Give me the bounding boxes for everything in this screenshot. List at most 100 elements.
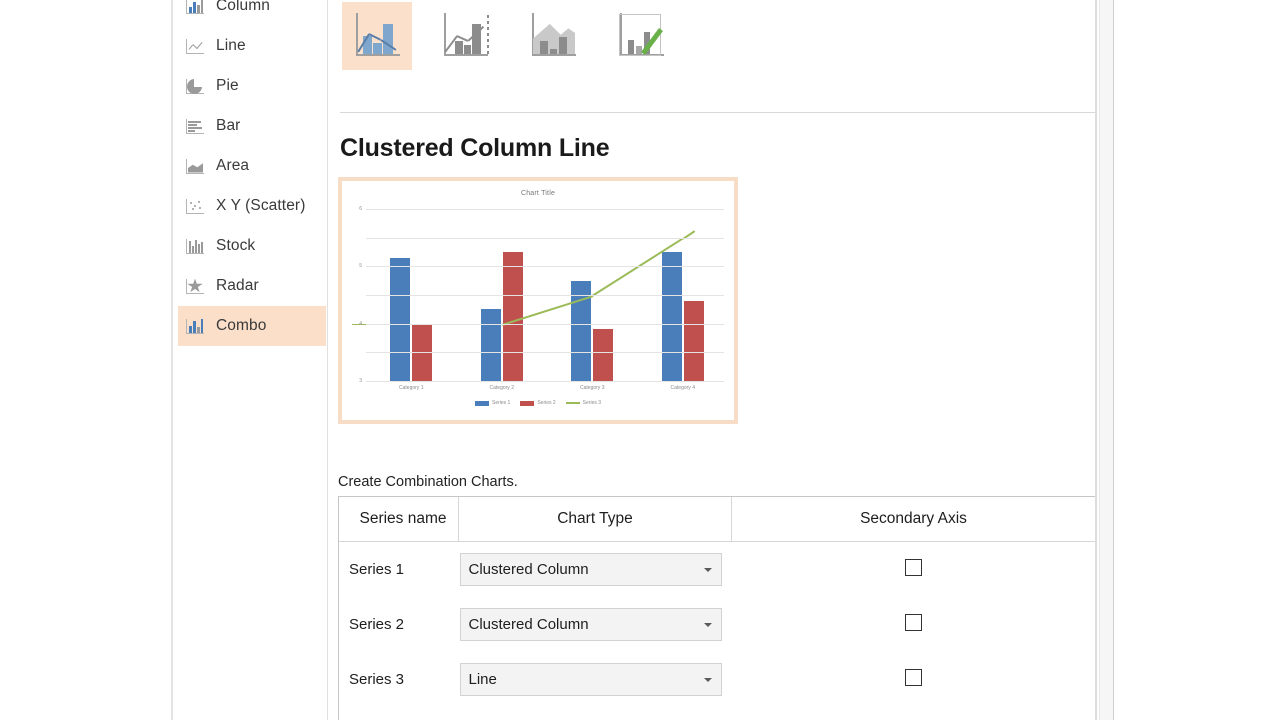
sidebar-item-bar[interactable]: Bar	[178, 106, 326, 146]
chart-gridline: 3	[359, 295, 724, 384]
chart-gridline: 4	[359, 266, 724, 327]
secondary-axis-cell	[732, 542, 1096, 598]
chart-line-series3	[501, 295, 593, 326]
chart-x-category-label: Category 1	[399, 385, 424, 391]
chart-gridline: 5	[359, 237, 724, 269]
series-name-cell: Series 1	[349, 561, 405, 578]
chart-type-dialog: Column Line Pie Bar Area X Y (Scatter) Stock Ra…	[0, 0, 1280, 720]
custom-combination-thumbnail[interactable]	[606, 2, 676, 70]
secondary-axis-checkbox[interactable]	[904, 614, 922, 631]
chart-preview[interactable]: Chart Title 0123456 Series 1Series 2Seri…	[338, 177, 738, 424]
chart-x-category-label: Category 3	[580, 385, 605, 391]
chart-variant-thumbnails	[342, 2, 676, 70]
sidebar-item-column[interactable]: Column	[178, 0, 326, 26]
column-header-series-name: Series name	[339, 497, 459, 542]
chart-legend-label: Series 1	[491, 400, 511, 406]
sidebar-item-label: Line	[216, 37, 246, 54]
sidebar-item-label: Stock	[216, 237, 256, 254]
chart-type-dropdown-value: Line	[468, 671, 497, 688]
create-combination-charts-label: Create Combination Charts.	[338, 474, 518, 490]
chart-preview-canvas: Chart Title 0123456 Series 1Series 2Seri…	[342, 181, 734, 420]
chart-y-tick-label: 5	[359, 263, 362, 270]
chart-legend-label: Series 2	[537, 400, 556, 406]
chart-type-dropdown-value: Clustered Column	[468, 616, 589, 633]
secondary-axis-cell	[732, 652, 1096, 707]
column-chart-icon	[186, 0, 204, 15]
chart-gridline: 2	[366, 323, 724, 325]
chart-type-cell: Clustered Column	[459, 597, 732, 652]
chart-y-tick-label: 6	[359, 206, 362, 212]
content-panel: Clustered Column Line Chart Title 0 1 2 3 4 5…	[327, 0, 1097, 720]
table-row: Series 1 Clustered Column	[339, 542, 1095, 598]
content-divider	[340, 112, 1096, 113]
series-config-table: Series name Chart Type Secondary Axis Se…	[338, 496, 1096, 720]
scatter-chart-icon	[186, 198, 204, 215]
sidebar-item-pie[interactable]: Pie	[178, 66, 326, 106]
sidebar-item-label: Radar	[216, 277, 259, 294]
sidebar-item-area[interactable]: Area	[178, 146, 326, 186]
sidebar-item-label: Combo	[216, 317, 267, 334]
secondary-axis-checkbox[interactable]	[904, 559, 922, 576]
left-gutter	[0, 0, 170, 720]
sidebar-item-label: Bar	[216, 117, 241, 134]
sidebar-item-radar[interactable]: Radar	[178, 266, 326, 306]
sidebar-item-line[interactable]: Line	[178, 26, 326, 66]
column-header-chart-type: Chart Type	[458, 497, 732, 542]
sidebar-item-stock[interactable]: Stock	[178, 226, 326, 266]
chart-gridline: 0	[366, 381, 724, 382]
chart-type-dropdown[interactable]: Clustered Column	[459, 608, 722, 641]
chart-gridline: 1	[366, 352, 724, 354]
chevron-down-icon	[703, 622, 712, 627]
chart-legend: Series 1 Series 2 Series 3	[342, 400, 734, 406]
chart-x-category-label: Category 2	[489, 385, 514, 391]
chart-type-cell: Clustered Column	[459, 542, 732, 598]
chart-type-dropdown[interactable]: Line	[459, 663, 722, 696]
chart-title: Chart Title	[520, 190, 556, 197]
radar-chart-icon	[186, 278, 204, 295]
chart-legend-item: Series 3	[565, 400, 602, 406]
vertical-scrollbar[interactable]	[1099, 0, 1114, 720]
stock-chart-icon	[186, 238, 204, 255]
chevron-down-icon	[703, 677, 712, 682]
sidebar-item-label: Pie	[216, 77, 239, 94]
table-row: Series 2 Clustered Column	[339, 597, 1095, 652]
pie-chart-icon	[186, 78, 204, 95]
sidebar-item-combo[interactable]: Combo	[178, 306, 326, 346]
chart-type-dropdown-value: Clustered Column	[468, 561, 589, 578]
area-chart-icon	[186, 158, 204, 175]
sidebar-item-label: Area	[216, 157, 250, 174]
combo-chart-icon	[186, 318, 204, 335]
chart-x-category-label: Category 4	[670, 385, 695, 391]
series-name-cell: Series 2	[349, 616, 405, 633]
chart-legend-swatch	[565, 402, 580, 404]
page-title: Clustered Column Line	[340, 134, 610, 162]
line-chart-icon	[186, 38, 204, 55]
table-row: Series 3 Line	[339, 652, 1095, 707]
sidebar-item-x-y-scatter[interactable]: X Y (Scatter)	[178, 186, 326, 226]
chart-y-tick-label: 3	[359, 378, 362, 384]
chart-legend-item: Series 2	[520, 400, 556, 406]
secondary-axis-checkbox[interactable]	[904, 669, 922, 686]
chart-legend-swatch	[474, 400, 489, 406]
sidebar-item-label: Column	[216, 0, 271, 14]
sidebar-item-label: X Y (Scatter)	[216, 197, 306, 214]
clustered-column-line-secondary-axis-thumbnail[interactable]	[430, 2, 500, 70]
column-header-secondary-axis: Secondary Axis	[731, 497, 1095, 542]
secondary-axis-cell	[732, 597, 1096, 652]
chart-gridline: 6	[359, 206, 724, 212]
clustered-column-line-thumbnail[interactable]	[342, 2, 412, 70]
sidebar-left-divider	[171, 0, 173, 720]
chart-legend-swatch	[520, 400, 535, 406]
chart-y-tick-label: 4	[359, 320, 362, 327]
series-name-cell: Series 3	[349, 671, 405, 688]
chevron-down-icon	[703, 567, 712, 572]
chart-plot-area: 0 1 2 3 4 5 6	[352, 206, 724, 384]
bar-chart-icon	[186, 118, 204, 135]
chart-type-sidebar: Column Line Pie Bar Area X Y (Scatter) Stock Ra…	[178, 0, 326, 720]
chart-type-cell: Line	[459, 652, 732, 707]
chart-type-dropdown[interactable]: Clustered Column	[459, 553, 722, 586]
table-header-row: Series name Chart Type Secondary Axis	[339, 497, 1095, 542]
stacked-area-clustered-column-thumbnail[interactable]	[518, 2, 588, 70]
chart-legend-label: Series 3	[582, 400, 602, 406]
content-right-divider	[1095, 0, 1097, 720]
